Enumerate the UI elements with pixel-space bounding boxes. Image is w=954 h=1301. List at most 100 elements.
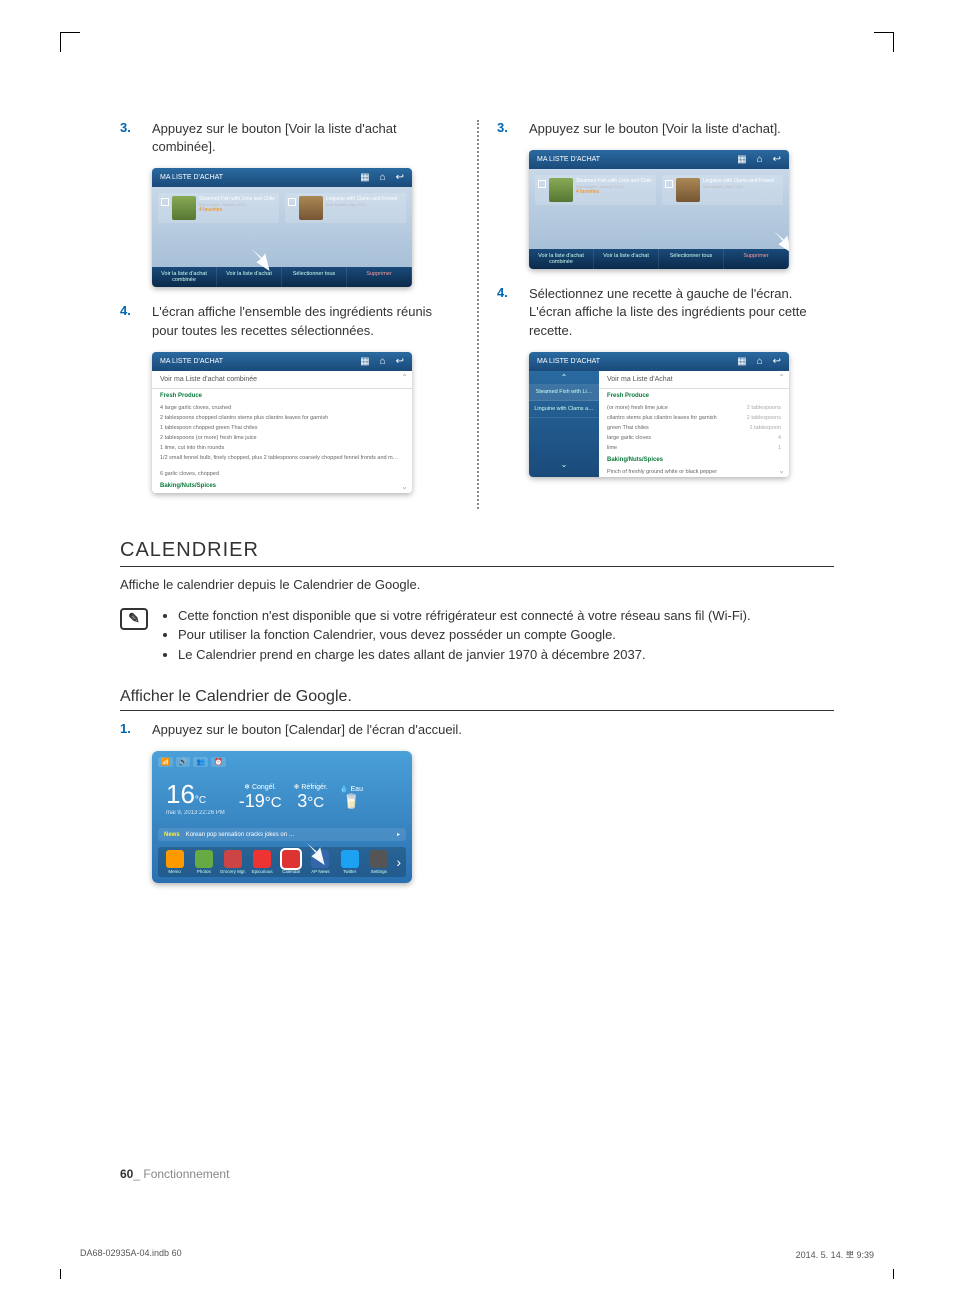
- checkbox-icon[interactable]: [538, 180, 546, 188]
- category-label: Baking/Nuts/Spices: [152, 479, 412, 493]
- header-icons: ▦⌂↩: [737, 154, 781, 165]
- checkbox-icon[interactable]: [161, 198, 169, 206]
- view-list-button[interactable]: Voir la liste d'achat: [594, 249, 659, 269]
- app-dock: Memo Photos Grocery Mgr. Epicurious Cale…: [158, 847, 406, 877]
- step-text: Appuyez sur le bouton [Calendar] de l'éc…: [152, 721, 462, 739]
- crop-mark: [60, 32, 80, 52]
- dock-next-icon[interactable]: ›: [394, 854, 403, 870]
- sidebar-recipe-item[interactable]: Steamed Fish with Li…: [529, 384, 599, 401]
- checkbox-icon[interactable]: [665, 180, 673, 188]
- app-settings[interactable]: Settings: [365, 850, 392, 874]
- fridge-widget[interactable]: ❄ Réfrigér.3°C: [294, 783, 328, 812]
- recipe-card[interactable]: Linguine with Clams and Fennel Bon Appét…: [662, 175, 783, 205]
- section-description: Affiche le calendrier depuis le Calendri…: [120, 577, 834, 592]
- crop-mark: [874, 1269, 894, 1279]
- app-twitter[interactable]: Twitter: [336, 850, 363, 874]
- sidebar-recipe-item[interactable]: Linguine with Clams a…: [529, 401, 599, 418]
- recipe-source: Bon Appétit, May 2012: [326, 202, 397, 207]
- freezer-widget[interactable]: ❄ Congél.-19°C: [239, 783, 282, 812]
- app-calendar[interactable]: Calendar: [278, 850, 305, 874]
- recipe-thumb: [549, 178, 573, 202]
- header-icons: ▦⌂↩: [737, 356, 781, 367]
- delete-button[interactable]: Supprimer: [724, 249, 789, 269]
- app-photos[interactable]: Photos: [190, 850, 217, 874]
- list-heading: Voir ma Liste d'Achat: [599, 371, 789, 389]
- scroll-up-icon[interactable]: ⌃: [529, 371, 599, 384]
- crop-mark: [60, 1269, 80, 1279]
- step-text: L'écran affiche l'ensemble des ingrédien…: [152, 303, 457, 339]
- view-combined-button[interactable]: Voir la liste d'achat combinée: [529, 249, 594, 269]
- ingredient-row: (or more) fresh lime juice2 tablespoons: [599, 403, 789, 413]
- screenshot-title: MA LISTE D'ACHAT: [160, 174, 223, 181]
- status-bar: 📶🔊👥⏰: [158, 757, 406, 767]
- news-ticker[interactable]: News Korean pop sensation cracks jokes o…: [158, 828, 406, 841]
- recipe-meta: 4 favorites: [199, 207, 275, 213]
- app-memo[interactable]: Memo: [161, 850, 188, 874]
- app-grocery[interactable]: Grocery Mgr.: [219, 850, 246, 874]
- note-icon: ✎: [120, 608, 148, 630]
- app-news[interactable]: AP News: [307, 850, 334, 874]
- ingredient-item: 1 tablespoon chopped green Thai chiles: [152, 423, 412, 433]
- recipe-thumb: [676, 178, 700, 202]
- step-number: 3.: [120, 120, 138, 156]
- crop-mark: [874, 32, 894, 52]
- select-all-button[interactable]: Sélectionner tous: [282, 267, 347, 287]
- note-item: Pour utiliser la fonction Calendrier, vo…: [178, 625, 751, 645]
- screenshot-title: MA LISTE D'ACHAT: [537, 358, 600, 365]
- column-divider: [477, 120, 479, 509]
- recipe-meta: 4 favorites: [576, 189, 652, 195]
- ingredient-item: 1 lime, cut into thin rounds: [152, 443, 412, 453]
- screenshot-title: MA LISTE D'ACHAT: [160, 358, 223, 365]
- list-heading: Voir ma Liste d'achat combinée: [152, 371, 412, 389]
- recipe-thumb: [172, 196, 196, 220]
- checkbox-icon[interactable]: [288, 198, 296, 206]
- recipe-card[interactable]: Linguine with Clams and Fennel Bon Appét…: [285, 193, 406, 223]
- ingredient-item: 2 tablespoons (or more) fresh lime juice: [152, 433, 412, 443]
- water-widget[interactable]: 💧 Eau🥛: [340, 785, 363, 810]
- ingredient-item: 2 tablespoons chopped cilantro stems plu…: [152, 413, 412, 423]
- step-text: Appuyez sur le bouton [Voir la liste d'a…: [529, 120, 781, 138]
- screenshot-home: 📶🔊👥⏰ 16°C mai 9, 2013 22:26 PM ❄ Congél.…: [152, 751, 412, 883]
- screenshot-shopping-list: MA LISTE D'ACHAT ▦⌂↩ Steamed Fish with L…: [529, 150, 789, 269]
- step-number: 4.: [497, 285, 515, 340]
- ingredient-row: lime1: [599, 443, 789, 453]
- ingredient-row: green Thai chiles1 tablespoon: [599, 423, 789, 433]
- category-label: Fresh Produce: [599, 389, 789, 403]
- app-epicurious[interactable]: Epicurious: [249, 850, 276, 874]
- screenshot-title: MA LISTE D'ACHAT: [537, 156, 600, 163]
- ingredient-item: 6 garlic cloves, chopped: [152, 469, 412, 479]
- screenshot-shopping-list: MA LISTE D'ACHAT ▦⌂↩ Steamed Fish with L…: [152, 168, 412, 287]
- category-label: Baking/Nuts/Spices: [599, 453, 789, 467]
- step-number: 1.: [120, 721, 138, 739]
- scroll-down-icon[interactable]: ⌄: [529, 458, 599, 471]
- delete-button[interactable]: Supprimer: [347, 267, 412, 287]
- step-number: 3.: [497, 120, 515, 138]
- note-item: Cette fonction n'est disponible que si v…: [178, 606, 751, 626]
- header-icons: ▦⌂↩: [360, 356, 404, 367]
- view-list-button[interactable]: Voir la liste d'achat: [217, 267, 282, 287]
- header-icons: ▦⌂↩: [360, 172, 404, 183]
- date-label: mai 9, 2013 22:26 PM: [166, 810, 225, 816]
- recipe-thumb: [299, 196, 323, 220]
- recipe-source: Bon Appétit, May 2012: [703, 184, 774, 189]
- note-item: Le Calendrier prend en charge les dates …: [178, 645, 751, 665]
- ingredient-row: large garlic cloves4: [599, 433, 789, 443]
- step-number: 4.: [120, 303, 138, 339]
- ingredient-item: 1/2 small fennel bulb, finely chopped, p…: [152, 453, 412, 463]
- select-all-button[interactable]: Sélectionner tous: [659, 249, 724, 269]
- recipe-card[interactable]: Steamed Fish with Lime and Chile Bon App…: [535, 175, 656, 205]
- step-text: Sélectionnez une recette à gauche de l'é…: [529, 285, 834, 340]
- view-combined-button[interactable]: Voir la liste d'achat combinée: [152, 267, 217, 287]
- print-mark: DA68-02935A-04.indb 60 2014. 5. 14. 뽀 9…: [80, 1248, 874, 1261]
- screenshot-recipe-list: MA LISTE D'ACHAT ▦⌂↩ ⌃ Steamed Fish with…: [529, 352, 789, 477]
- step-text: Appuyez sur le bouton [Voir la liste d'a…: [152, 120, 457, 156]
- ingredient-row: Pinch of freshly ground white or black p…: [599, 467, 789, 477]
- page-footer: 60_ Fonctionnement: [120, 1167, 229, 1181]
- section-heading: CALENDRIER: [120, 539, 834, 567]
- screenshot-combined-list: MA LISTE D'ACHAT ▦⌂↩ Voir ma Liste d'ach…: [152, 352, 412, 493]
- category-label: Fresh Produce: [152, 389, 412, 403]
- recipe-card[interactable]: Steamed Fish with Lime and Chile Bon App…: [158, 193, 279, 223]
- ingredient-item: 4 large garlic cloves, crushed: [152, 403, 412, 413]
- weather-temp: 16°C: [166, 779, 225, 810]
- subsection-heading: Afficher le Calendrier de Google.: [120, 688, 834, 711]
